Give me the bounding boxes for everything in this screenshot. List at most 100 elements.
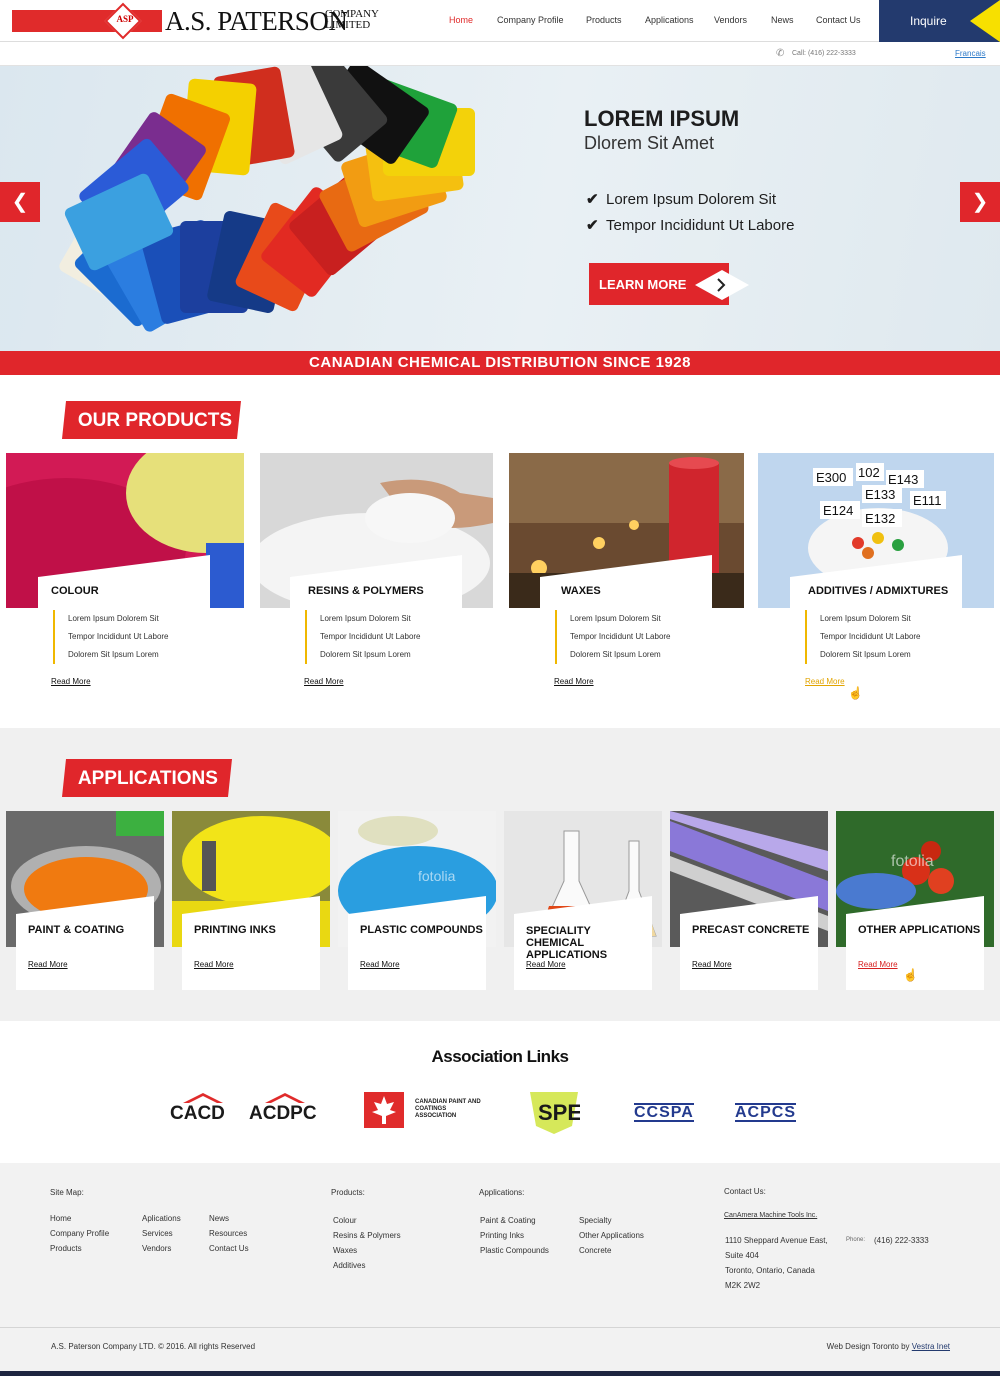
footer-link-printing[interactable]: Printing Inks	[480, 1231, 524, 1240]
product-title: RESINS & POLYMERS	[308, 585, 424, 597]
product-title: COLOUR	[51, 585, 99, 597]
logo-name[interactable]: A.S. PATERSON	[165, 6, 348, 37]
footer-link-services[interactable]: Services	[142, 1229, 173, 1238]
inquire-label: Inquire	[910, 14, 947, 28]
learn-more-arrow-icon[interactable]	[695, 270, 749, 300]
read-more-link[interactable]: Read More	[304, 677, 344, 686]
hero-check-text: Lorem Ipsum Dolorem Sit	[606, 191, 777, 208]
footer-link-paint[interactable]: Paint & Coating	[480, 1216, 536, 1225]
nav-home[interactable]: Home	[449, 15, 473, 25]
slider-prev-button[interactable]: ❮	[0, 182, 40, 222]
hand-cursor-icon: ☝	[848, 686, 863, 700]
applications-heading-text: APPLICATIONS	[77, 768, 218, 789]
additive-code: E300	[816, 470, 846, 485]
chevron-right-icon: ❯	[971, 191, 989, 213]
read-more-link[interactable]: Read More	[858, 960, 898, 969]
footer-link-vendors[interactable]: Vendors	[142, 1244, 171, 1253]
nav-products[interactable]: Products	[586, 15, 622, 25]
read-more-link[interactable]: Read More	[692, 960, 732, 969]
cpca-logo-text[interactable]: CANADIAN PAINT AND COATINGS ASSOCIATION	[415, 1099, 485, 1120]
product-card-waxes: WAXES Lorem Ipsum Dolorem Sit Tempor Inc…	[540, 555, 712, 702]
footer-company-link[interactable]: CanAmera Machine Tools Inc.	[724, 1212, 817, 1219]
footer-link-plastic[interactable]: Plastic Compounds	[480, 1246, 549, 1255]
footer-link-contact-us[interactable]: Contact Us	[209, 1244, 249, 1253]
footer-link-company-profile[interactable]: Company Profile	[50, 1229, 109, 1238]
read-more-link[interactable]: Read More	[28, 960, 68, 969]
tagline-banner: CANADIAN CHEMICAL DISTRIBUTION SINCE 192…	[0, 351, 1000, 375]
footer-phone: (416) 222-3333	[874, 1236, 929, 1245]
slider-next-button[interactable]: ❯	[960, 182, 1000, 222]
logo-subtitle: COMPANY LIMITED	[325, 9, 379, 31]
acdpc-roof-icon	[265, 1093, 305, 1103]
footer-link-applications[interactable]: Aplications	[142, 1214, 181, 1223]
read-more-link[interactable]: Read More	[194, 960, 234, 969]
product-card-additives: ADDITIVES / ADMIXTURES Lorem Ipsum Dolor…	[790, 555, 962, 702]
ccspa-logo[interactable]: CCSPA	[634, 1103, 694, 1122]
acdpc-logo[interactable]: ACDPC	[249, 1103, 317, 1125]
utility-bar: ✆ Call: (416) 222-3333 Francais	[0, 43, 1000, 66]
hand-cursor-icon: ☝	[903, 968, 918, 982]
site-footer: Site Map: Home Company Profile Products …	[0, 1163, 1000, 1327]
nav-news[interactable]: News	[771, 15, 794, 25]
nav-applications[interactable]: Applications	[645, 15, 694, 25]
footer-link-specialty[interactable]: Specialty	[579, 1216, 611, 1225]
check-icon: ✔	[586, 217, 599, 234]
footer-link-other[interactable]: Other Applications	[579, 1231, 644, 1240]
watermark-text: fotolia	[891, 853, 934, 870]
hero-check-text: Tempor Incididunt Ut Labore	[606, 217, 795, 234]
learn-more-label: LEARN MORE	[599, 277, 687, 292]
footer-address-4: M2K 2W2	[725, 1281, 761, 1290]
hero-slider: LOREM IPSUM Dlorem Sit Amet ✔ Lorem Ipsum…	[0, 66, 1000, 351]
product-line: Tempor Incididunt Ut Labore	[820, 632, 921, 641]
product-line: Tempor Incididunt Ut Labore	[570, 632, 671, 641]
read-more-link[interactable]: Read More	[805, 677, 845, 686]
product-line: Dolorem Sit Ipsum Lorem	[320, 650, 411, 659]
footer-link-additives[interactable]: Additives	[333, 1261, 365, 1270]
product-line: Dolorem Sit Ipsum Lorem	[820, 650, 911, 659]
spe-logo[interactable]: SPE	[528, 1090, 580, 1136]
credit-link[interactable]: Vestra Inet	[912, 1342, 950, 1351]
nav-vendors[interactable]: Vendors	[714, 15, 747, 25]
footer-link-home[interactable]: Home	[50, 1214, 71, 1223]
product-line: Dolorem Sit Ipsum Lorem	[68, 650, 159, 659]
product-line: Lorem Ipsum Dolorem Sit	[68, 614, 159, 623]
product-title: ADDITIVES / ADMIXTURES	[808, 585, 949, 597]
additive-code: E143	[888, 472, 918, 487]
additive-code: 102	[858, 465, 880, 480]
acpcs-logo[interactable]: ACPCS	[735, 1103, 797, 1122]
product-line: Lorem Ipsum Dolorem Sit	[820, 614, 911, 623]
applications-heading: APPLICATIONS	[62, 759, 232, 797]
footer-link-products[interactable]: Products	[50, 1244, 82, 1253]
footer-link-resins[interactable]: Resins & Polymers	[333, 1231, 401, 1240]
footer-address-2: Suite 404	[725, 1251, 759, 1260]
check-icon: ✔	[586, 191, 599, 208]
read-more-link[interactable]: Read More	[51, 677, 91, 686]
sitemap-heading: Site Map:	[50, 1188, 84, 1197]
read-more-link[interactable]: Read More	[360, 960, 400, 969]
read-more-link[interactable]: Read More	[526, 960, 566, 969]
nav-contact-us[interactable]: Contact Us	[816, 15, 861, 25]
application-title: PRINTING INKS	[194, 924, 276, 936]
maple-leaf-icon[interactable]	[364, 1092, 404, 1128]
application-title: PRECAST CONCRETE	[692, 924, 810, 936]
footer-link-colour[interactable]: Colour	[333, 1216, 357, 1225]
product-line: Tempor Incididunt Ut Labore	[68, 632, 169, 641]
products-heading-text: OUR PRODUCTS	[77, 410, 233, 431]
hero-subtitle: Dlorem Sit Amet	[584, 133, 715, 153]
footer-link-resources[interactable]: Resources	[209, 1229, 247, 1238]
inquire-button[interactable]: Inquire	[879, 0, 1000, 42]
nav-company-profile[interactable]: Company Profile	[497, 15, 564, 25]
read-more-link[interactable]: Read More	[554, 677, 594, 686]
additive-code: E124	[823, 503, 853, 518]
footer-products-heading: Products:	[331, 1188, 365, 1197]
logo-mark: ASP	[116, 14, 134, 24]
footer-link-concrete[interactable]: Concrete	[579, 1246, 611, 1255]
spe-logo-text: SPE	[538, 1100, 580, 1125]
footer-link-news[interactable]: News	[209, 1214, 229, 1223]
hero-check-2: ✔ Tempor Incididunt Ut Labore	[586, 216, 794, 234]
language-link[interactable]: Francais	[955, 49, 986, 58]
footer-link-waxes[interactable]: Waxes	[333, 1246, 357, 1255]
products-heading: OUR PRODUCTS	[62, 401, 241, 439]
call-text: Call: (416) 222-3333	[792, 50, 856, 57]
cacd-logo[interactable]: CACD	[170, 1103, 225, 1125]
